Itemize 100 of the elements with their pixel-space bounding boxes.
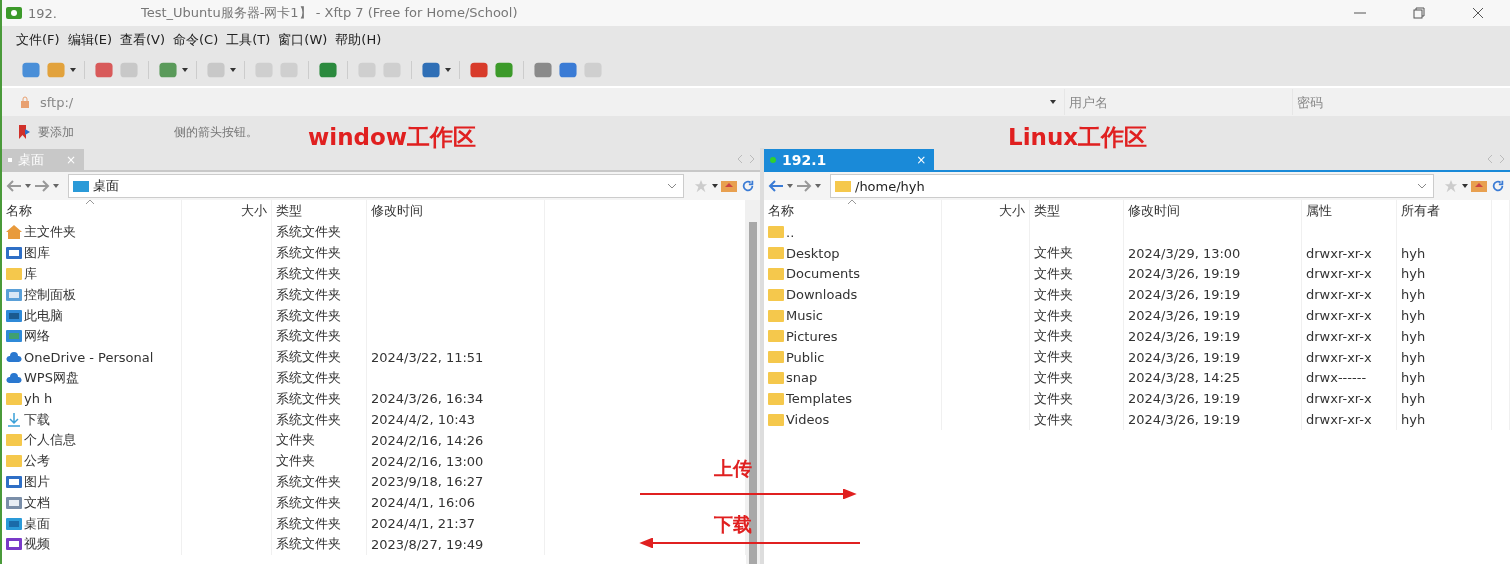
table-cell: 文件夹 bbox=[1034, 410, 1073, 429]
table-cell: 系统文件夹 bbox=[276, 306, 341, 325]
file-name[interactable]: WPS网盘 bbox=[24, 368, 79, 387]
table-cell: 系统文件夹 bbox=[276, 327, 341, 346]
caret-icon[interactable] bbox=[70, 68, 76, 72]
table-cell: hyh bbox=[1401, 287, 1426, 303]
annotation-label: 上传 bbox=[714, 456, 752, 481]
file-name[interactable]: Templates bbox=[786, 391, 853, 407]
path-field[interactable]: /home/hyh bbox=[830, 174, 1434, 198]
column-header[interactable]: 名称 bbox=[768, 202, 794, 220]
caret-icon[interactable] bbox=[25, 184, 31, 188]
file-name[interactable]: Pictures bbox=[786, 328, 838, 344]
home-folder-icon[interactable] bbox=[1471, 179, 1487, 193]
column-header[interactable]: 修改时间 bbox=[1128, 202, 1180, 220]
table-cell: hyh bbox=[1401, 308, 1426, 324]
caret-icon[interactable] bbox=[787, 184, 793, 188]
menu-item[interactable]: 窗口(W) bbox=[278, 31, 328, 49]
file-name[interactable]: Desktop bbox=[786, 245, 840, 261]
desktop-icon bbox=[73, 179, 89, 193]
forward-arrow-icon[interactable] bbox=[796, 179, 812, 193]
column-header[interactable]: 大小 bbox=[241, 202, 267, 220]
house-icon bbox=[6, 225, 22, 240]
column-header[interactable]: 修改时间 bbox=[371, 202, 423, 220]
restore-icon[interactable] bbox=[1412, 6, 1426, 20]
table-cell: 系统文件夹 bbox=[276, 514, 341, 533]
back-arrow-icon[interactable] bbox=[768, 179, 784, 193]
table-cell: 2024/3/26, 19:19 bbox=[1128, 412, 1241, 428]
caret-icon[interactable] bbox=[53, 184, 59, 188]
caret-icon[interactable] bbox=[182, 68, 188, 72]
file-name[interactable]: 此电脑 bbox=[24, 306, 63, 325]
column-header[interactable]: 大小 bbox=[999, 202, 1025, 220]
table-cell: 2024/3/29, 13:00 bbox=[1128, 245, 1241, 261]
refresh-icon[interactable] bbox=[740, 179, 756, 193]
table-cell: hyh bbox=[1401, 349, 1426, 365]
caret-icon[interactable] bbox=[712, 184, 718, 188]
home-folder-icon[interactable] bbox=[721, 179, 737, 193]
file-name[interactable]: yh h bbox=[24, 391, 53, 407]
column-header[interactable]: 类型 bbox=[276, 202, 302, 220]
refresh-icon[interactable] bbox=[1490, 179, 1506, 193]
file-name[interactable]: .. bbox=[786, 224, 795, 240]
file-name[interactable]: Documents bbox=[786, 266, 861, 282]
file-name[interactable]: OneDrive - Personal bbox=[24, 349, 154, 365]
menu-item[interactable]: 帮助(H) bbox=[335, 31, 382, 49]
file-name[interactable]: snap bbox=[786, 370, 818, 386]
file-name[interactable]: 个人信息 bbox=[24, 431, 76, 450]
table-cell: drwxr-xr-x bbox=[1306, 412, 1372, 428]
menu-item[interactable]: 文件(F) bbox=[16, 31, 60, 49]
dropdown-caret-icon[interactable] bbox=[1050, 100, 1056, 104]
file-name[interactable]: Public bbox=[786, 349, 825, 365]
star-icon[interactable] bbox=[1443, 179, 1459, 193]
file-name[interactable]: 视频 bbox=[24, 535, 50, 554]
table-cell: 2024/3/26, 19:19 bbox=[1128, 349, 1241, 365]
file-name[interactable]: 主文件夹 bbox=[24, 223, 76, 242]
file-name[interactable]: 公考 bbox=[24, 452, 50, 471]
file-name[interactable]: 图库 bbox=[24, 244, 50, 263]
file-name[interactable]: 桌面 bbox=[24, 514, 50, 533]
table-cell: hyh bbox=[1401, 391, 1426, 407]
file-name[interactable]: 图片 bbox=[24, 472, 50, 491]
chevron-icon[interactable] bbox=[667, 183, 677, 189]
caret-icon[interactable] bbox=[815, 184, 821, 188]
file-name[interactable]: 文档 bbox=[24, 493, 50, 512]
sort-caret-icon bbox=[86, 200, 94, 204]
menu-item[interactable]: 命令(C) bbox=[173, 31, 219, 49]
table-cell: 2023/8/27, 19:49 bbox=[371, 536, 484, 552]
close-icon[interactable] bbox=[1471, 6, 1485, 20]
caret-icon[interactable] bbox=[230, 68, 236, 72]
caret-icon[interactable] bbox=[445, 68, 451, 72]
table-cell: drwxr-xr-x bbox=[1306, 308, 1372, 324]
table-cell: 2024/3/26, 19:19 bbox=[1128, 328, 1241, 344]
table-cell: 文件夹 bbox=[1034, 348, 1073, 367]
menu-item[interactable]: 编辑(E) bbox=[67, 31, 112, 49]
file-name[interactable]: Videos bbox=[786, 412, 830, 428]
file-name[interactable]: Downloads bbox=[786, 287, 858, 303]
file-name[interactable]: 库 bbox=[24, 265, 37, 283]
back-arrow-icon[interactable] bbox=[6, 179, 22, 193]
caret-icon[interactable] bbox=[1462, 184, 1468, 188]
file-name[interactable]: 网络 bbox=[24, 327, 50, 346]
column-header[interactable]: 类型 bbox=[1034, 202, 1060, 220]
table-cell: 系统文件夹 bbox=[276, 285, 341, 304]
table-cell: 文件夹 bbox=[1034, 327, 1073, 346]
column-header[interactable]: 名称 bbox=[6, 202, 32, 220]
file-name[interactable]: Music bbox=[786, 308, 823, 324]
column-header[interactable]: 所有者 bbox=[1401, 202, 1440, 220]
star-icon[interactable] bbox=[693, 179, 709, 193]
chevron-icon[interactable] bbox=[1417, 183, 1427, 189]
document-icon bbox=[6, 495, 22, 510]
file-name[interactable]: 下载 bbox=[24, 410, 50, 429]
column-header[interactable]: 属性 bbox=[1306, 202, 1332, 220]
forward-arrow-icon[interactable] bbox=[34, 179, 50, 193]
path-field[interactable]: 桌面 bbox=[68, 174, 684, 198]
file-name[interactable]: 控制面板 bbox=[24, 285, 76, 304]
table-cell: drwxr-xr-x bbox=[1306, 245, 1372, 261]
table-cell: 文件夹 bbox=[1034, 285, 1073, 304]
tab[interactable]: 192.1 × bbox=[764, 149, 935, 170]
panel-icon bbox=[6, 287, 22, 302]
table-cell: 2024/3/26, 19:19 bbox=[1128, 266, 1241, 282]
menu-item[interactable]: 查看(V) bbox=[120, 31, 166, 49]
table-cell: 2024/3/26, 19:19 bbox=[1128, 308, 1241, 324]
menu-item[interactable]: 工具(T) bbox=[226, 31, 271, 49]
table-cell: 系统文件夹 bbox=[276, 265, 341, 283]
